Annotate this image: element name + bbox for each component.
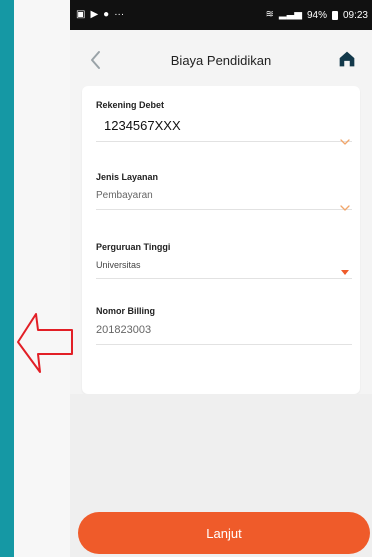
circle-icon: ● — [103, 9, 110, 20]
chevron-down-icon[interactable] — [340, 204, 350, 212]
jenis-layanan-label: Jenis Layanan — [96, 172, 159, 182]
back-icon[interactable] — [84, 48, 108, 72]
chevron-down-icon[interactable] — [340, 138, 350, 146]
jenis-layanan-divider — [96, 209, 352, 210]
form-card: Rekening Debet 1234567XXX Jenis Layanan … — [82, 86, 360, 394]
side-panel — [14, 0, 70, 557]
nomor-billing-label: Nomor Billing — [96, 306, 155, 316]
battery-icon — [331, 10, 338, 20]
nomor-billing-divider — [96, 344, 352, 345]
jenis-layanan-field[interactable]: Jenis Layanan Pembayaran — [96, 172, 352, 212]
perguruan-tinggi-divider — [96, 278, 352, 279]
more-icon: ··· — [114, 9, 125, 20]
nomor-billing-value[interactable]: 201823003 — [96, 324, 352, 336]
rekening-field[interactable]: Rekening Debet 1234567XXX — [96, 100, 352, 145]
home-icon[interactable] — [336, 48, 358, 70]
dropdown-triangle-icon[interactable] — [340, 268, 350, 276]
rekening-label: Rekening Debet — [96, 100, 165, 110]
perguruan-tinggi-value[interactable]: Universitas — [96, 260, 352, 270]
annotation-arrow-icon — [17, 313, 73, 373]
top-header: Biaya Pendidikan — [70, 34, 372, 86]
phone-screen: ▣ ▶ ● ··· ≋ ▂▃▅ 94% 09:23 Biaya Pendidik… — [70, 0, 372, 557]
perguruan-tinggi-label: Perguruan Tinggi — [96, 242, 171, 252]
jenis-layanan-value[interactable]: Pembayaran — [96, 190, 352, 201]
rekening-divider — [96, 141, 352, 142]
wifi-icon: ≋ — [265, 9, 274, 20]
play-icon: ▶ — [90, 9, 99, 20]
nomor-billing-field[interactable]: Nomor Billing 201823003 — [96, 306, 352, 345]
status-right: ≋ ▂▃▅ 94% 09:23 — [265, 10, 368, 21]
rekening-value[interactable]: 1234567XXX — [96, 118, 352, 133]
signal-icon: ▂▃▅ — [278, 9, 302, 20]
left-border-strip — [0, 0, 14, 557]
battery-percent: 94% — [306, 9, 327, 21]
status-time: 09:23 — [342, 9, 368, 21]
status-left: ▣ ▶ ● ··· — [76, 10, 124, 20]
status-bar: ▣ ▶ ● ··· ≋ ▂▃▅ 94% 09:23 — [70, 0, 372, 30]
page-title: Biaya Pendidikan — [170, 52, 272, 68]
perguruan-tinggi-field[interactable]: Perguruan Tinggi Universitas — [96, 242, 352, 279]
lanjut-button[interactable]: Lanjut — [78, 512, 370, 554]
image-icon: ▣ — [76, 9, 86, 20]
